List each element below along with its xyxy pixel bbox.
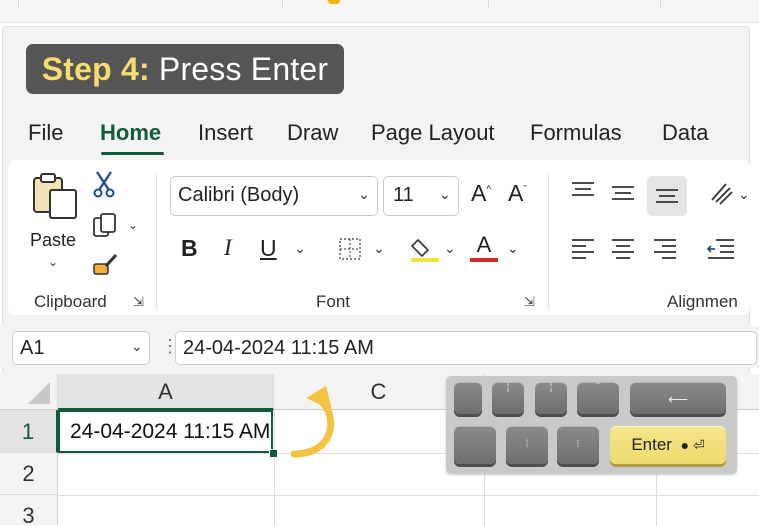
keyboard-key: ˝ [577,382,619,414]
name-box-dropdown-icon[interactable]: ⌄ [131,338,143,355]
align-bottom-icon[interactable] [647,176,687,216]
enter-key: Enter ● ⏎ [610,426,726,464]
step-number: Step 4: [41,51,150,87]
row-header-1[interactable]: 1 [0,410,58,453]
step-banner: Step 4: Press Enter [26,44,344,94]
group-divider [156,174,157,310]
font-size-value: 11 [393,184,414,206]
step-instruction: Press Enter [158,51,329,87]
paste-icon[interactable] [30,172,80,227]
clipboard-launcher-icon[interactable]: ⇲ [133,294,144,310]
keyboard-key: ⁝ [557,426,599,464]
clipboard-group-label: Clipboard [34,292,107,311]
svg-text:A: A [477,232,492,257]
underline-dropdown-icon[interactable]: ⌄ [294,240,306,257]
tab-draw[interactable]: Draw [287,120,338,146]
enter-key-symbol-icon: ● ⏎ [676,437,705,453]
select-all-corner[interactable] [0,374,58,410]
keyboard-key: ¦ [492,382,524,414]
grid-tick [660,0,661,8]
font-name-value: Calibri (Body) [178,184,300,206]
borders-dropdown-icon[interactable]: ⌄ [373,240,385,257]
copy-dropdown-icon[interactable]: ⌄ [128,218,138,232]
tab-page-layout[interactable]: Page Layout [371,120,495,146]
font-size-dropdown-icon[interactable]: ⌄ [439,186,451,203]
orientation-icon[interactable] [708,180,736,211]
format-painter-icon[interactable] [92,252,120,283]
tab-insert[interactable]: Insert [198,120,253,146]
keyboard-key: ⁞ [506,426,548,464]
font-color-icon[interactable]: A [468,232,500,269]
row-header-2[interactable]: 2 [0,453,58,495]
selection-marker [328,0,340,4]
alignment-group-label: Alignmen [667,292,738,311]
grid-line [274,410,275,526]
align-center-icon[interactable] [610,236,636,267]
fill-color-icon[interactable] [410,234,440,269]
shrink-font-button[interactable]: Aˇ [508,180,527,207]
tab-formulas[interactable]: Formulas [530,120,622,146]
paste-label[interactable]: Paste [30,230,76,251]
shrink-font-label: A [508,180,524,206]
borders-icon[interactable] [338,237,362,266]
decrease-indent-icon[interactable] [706,236,736,267]
backspace-key: ⟵ [630,382,726,414]
font-launcher-icon[interactable]: ⇲ [524,294,535,310]
font-name-dropdown-icon[interactable]: ⌄ [358,186,370,203]
name-box-value: A1 [20,337,45,359]
tab-data[interactable]: Data [662,120,708,146]
column-header-a[interactable]: A [58,374,274,410]
fill-color-dropdown-icon[interactable]: ⌄ [444,240,456,257]
grid-line [58,495,759,496]
grid-tick [282,0,283,8]
row-header-3[interactable]: 3 [0,495,58,525]
font-group-label: Font [316,292,351,311]
formula-bar-value: 24-04-2024 11:15 AM [183,337,374,359]
align-left-icon[interactable] [570,236,596,267]
group-divider [548,174,549,310]
fill-handle[interactable] [269,449,278,458]
tab-file[interactable]: File [28,120,63,146]
keyboard-key [454,426,496,464]
tab-home[interactable]: Home [100,120,161,146]
keyboard-key [454,382,482,414]
cell-a1-value: 24-04-2024 11:15 AM [70,420,271,443]
copy-icon[interactable] [92,212,120,245]
grow-font-label: A [471,180,487,206]
align-middle-icon[interactable] [610,182,636,209]
enter-key-label: Enter [631,435,672,454]
underline-button[interactable]: U [260,235,277,262]
grid-tick [18,0,19,8]
keyboard-illustration: ¦ ¦ ˝ ⟵ ⁞ ⁝ Enter ● ⏎ [446,376,737,474]
orientation-dropdown-icon[interactable]: ⌄ [738,186,750,203]
align-top-icon[interactable] [570,180,596,207]
font-color-dropdown-icon[interactable]: ⌄ [507,240,519,257]
align-right-icon[interactable] [652,236,678,267]
curved-arrow-icon [282,378,352,465]
paste-dropdown-icon[interactable]: ⌄ [48,255,58,269]
active-tab-indicator [101,152,164,155]
previous-step-strip [0,0,759,23]
cut-icon[interactable] [92,170,116,203]
bold-button[interactable]: B [181,235,198,262]
grow-font-button[interactable]: A^ [471,180,491,207]
italic-button[interactable]: I [224,235,232,261]
keyboard-key: ¦ [535,382,567,414]
grid-tick [488,0,489,8]
